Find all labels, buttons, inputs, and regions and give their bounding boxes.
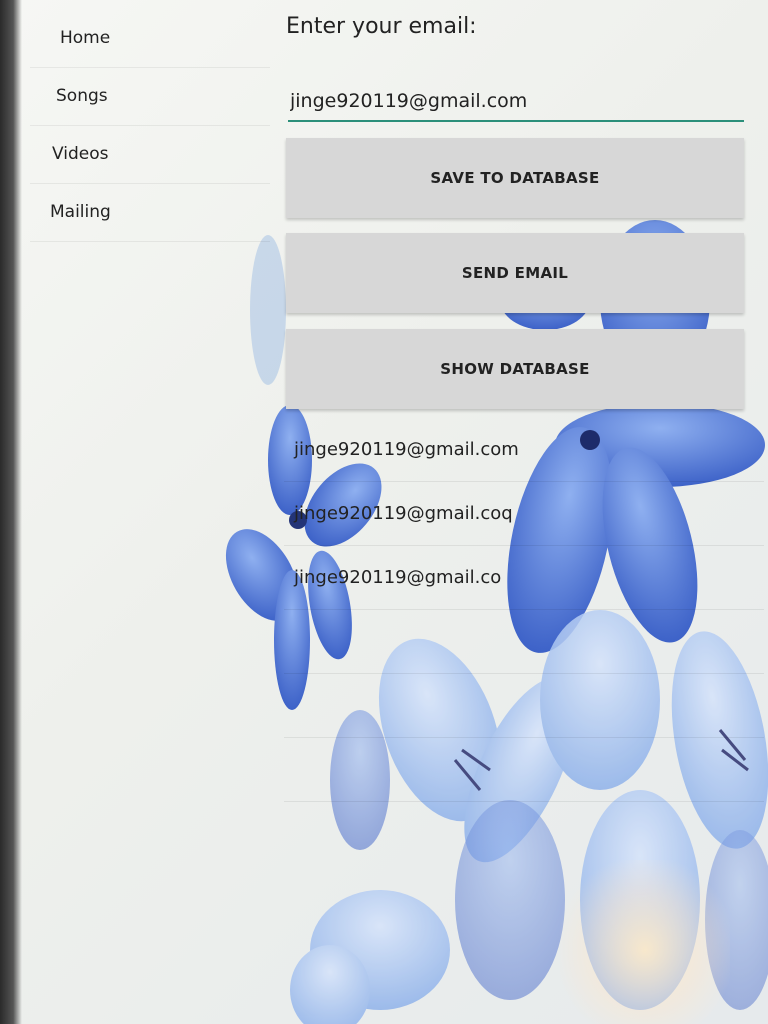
show-database-button[interactable]: SHOW DATABASE	[286, 329, 744, 409]
email-field[interactable]	[288, 82, 744, 122]
sidebar-item-songs[interactable]: Songs	[30, 68, 270, 126]
app-screen: Home Songs Videos Mailing Enter your ema…	[0, 0, 768, 1024]
save-to-database-button[interactable]: SAVE TO DATABASE	[286, 138, 744, 218]
sidebar-item-mailing[interactable]: Mailing	[30, 184, 270, 242]
list-divider	[284, 610, 764, 674]
list-item[interactable]: jinge920119@gmail.co	[284, 546, 764, 610]
list-divider	[284, 738, 764, 802]
database-record-list: jinge920119@gmail.com jinge920119@gmail.…	[284, 418, 764, 802]
sidebar-item-videos[interactable]: Videos	[30, 126, 270, 184]
list-item[interactable]: jinge920119@gmail.com	[284, 418, 764, 482]
sidebar-item-label: Songs	[56, 86, 108, 106]
nav-drawer: Home Songs Videos Mailing	[30, 10, 270, 242]
list-item[interactable]: jinge920119@gmail.coq	[284, 482, 764, 546]
sidebar-item-label: Mailing	[50, 202, 111, 222]
device-bezel	[0, 0, 22, 1024]
screen-glare	[560, 860, 730, 1024]
email-prompt-label: Enter your email:	[286, 14, 477, 39]
sidebar-item-label: Videos	[52, 144, 109, 164]
sidebar-item-label: Home	[60, 28, 111, 48]
sidebar-item-home[interactable]: Home	[30, 10, 270, 68]
send-email-button[interactable]: SEND EMAIL	[286, 233, 744, 313]
list-divider	[284, 674, 764, 738]
